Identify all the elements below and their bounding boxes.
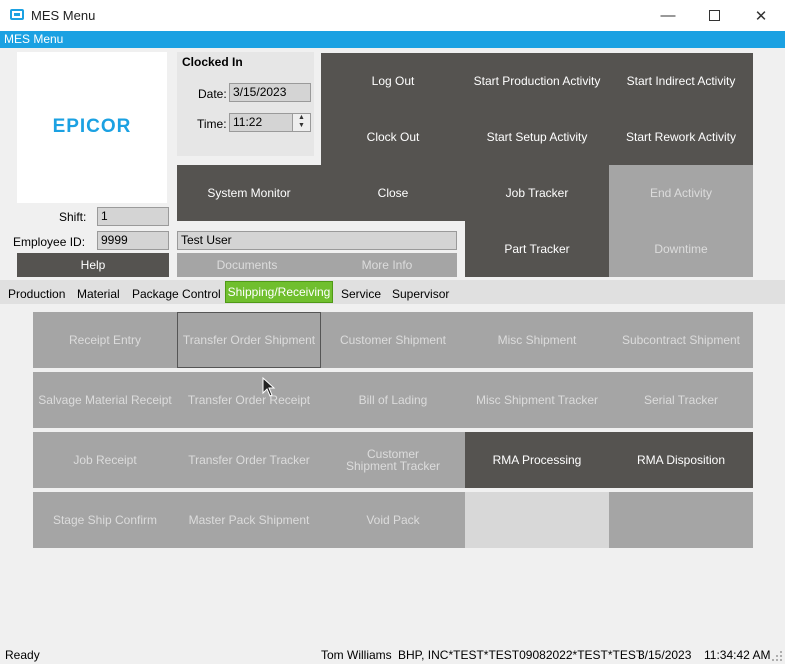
menu-label[interactable]: MES Menu	[4, 32, 63, 46]
resize-grip-icon[interactable]	[771, 650, 783, 662]
employee-id-field[interactable]: 9999	[97, 231, 169, 250]
window-title: MES Menu	[31, 8, 96, 23]
bill-of-lading-button[interactable]: Bill of Lading	[321, 372, 465, 428]
transfer-order-tracker-button[interactable]: Transfer Order Tracker	[177, 432, 321, 488]
transfer-order-shipment-button[interactable]: Transfer Order Shipment	[177, 312, 321, 368]
employee-id-label: Employee ID:	[13, 235, 86, 249]
void-pack-button[interactable]: Void Pack	[321, 492, 465, 548]
minimize-icon: —	[660, 7, 676, 24]
menu-bar: MES Menu	[0, 31, 785, 48]
part-tracker-button[interactable]: Part Tracker	[465, 221, 609, 277]
customer-shipment-tracker-button[interactable]: Customer Shipment Tracker	[321, 432, 465, 488]
start-indirect-activity-button[interactable]: Start Indirect Activity	[609, 53, 753, 109]
start-setup-activity-button[interactable]: Start Setup Activity	[465, 109, 609, 165]
master-pack-shipment-button[interactable]: Master Pack Shipment	[177, 492, 321, 548]
documents-button[interactable]: Documents	[177, 253, 317, 277]
clock-status-label: Clocked In	[182, 55, 243, 69]
close-button[interactable]: Close	[321, 165, 465, 221]
shift-label: Shift:	[59, 210, 87, 224]
date-label: Date:	[198, 87, 227, 101]
serial-tracker-button[interactable]: Serial Tracker	[609, 372, 753, 428]
time-label: Time:	[197, 117, 227, 131]
start-rework-activity-button[interactable]: Start Rework Activity	[609, 109, 753, 165]
close-window-button[interactable]: ✕	[738, 0, 784, 31]
status-user: Tom Williams	[321, 648, 392, 662]
status-time: 11:34:42 AM	[704, 648, 771, 662]
tab-shipping-receiving[interactable]: Shipping/Receiving	[225, 281, 333, 303]
subcontract-shipment-button[interactable]: Subcontract Shipment	[609, 312, 753, 368]
clock-out-button[interactable]: Clock Out	[321, 109, 465, 165]
status-company: BHP, INC*TEST*TEST09082022*TEST*TEST	[398, 648, 644, 662]
window-icon	[10, 9, 24, 20]
salvage-material-receipt-button[interactable]: Salvage Material Receipt	[33, 372, 177, 428]
tab-production[interactable]: Production	[8, 287, 65, 301]
end-activity-button[interactable]: End Activity	[609, 165, 753, 221]
maximize-icon	[708, 10, 720, 21]
maximize-button[interactable]	[691, 0, 737, 31]
shift-field[interactable]: 1	[97, 207, 169, 226]
misc-shipment-tracker-button[interactable]: Misc Shipment Tracker	[465, 372, 609, 428]
epicor-logo: EPICOR	[52, 116, 132, 137]
mouse-cursor-icon	[262, 377, 276, 397]
close-icon: ✕	[754, 7, 768, 25]
tab-supervisor[interactable]: Supervisor	[392, 287, 449, 301]
help-button[interactable]: Help	[17, 253, 169, 277]
system-monitor-button[interactable]: System Monitor	[177, 165, 321, 221]
status-date: 3/15/2023	[638, 648, 692, 662]
time-spinner[interactable]: ▲ ▼	[292, 114, 310, 131]
more-info-button[interactable]: More Info	[317, 253, 457, 277]
date-field[interactable]: 3/15/2023	[229, 83, 311, 102]
employee-name-field: Test User	[177, 231, 457, 250]
receipt-entry-button[interactable]: Receipt Entry	[33, 312, 177, 368]
minimize-button[interactable]: —	[645, 0, 691, 31]
start-production-activity-button[interactable]: Start Production Activity	[465, 53, 609, 109]
rma-processing-button[interactable]: RMA Processing	[465, 432, 609, 488]
empty-tile	[465, 492, 609, 548]
job-tracker-button[interactable]: Job Tracker	[465, 165, 609, 221]
rma-disposition-button[interactable]: RMA Disposition	[609, 432, 753, 488]
stage-ship-confirm-button[interactable]: Stage Ship Confirm	[33, 492, 177, 548]
tab-material[interactable]: Material	[77, 287, 120, 301]
tab-package-control[interactable]: Package Control	[132, 287, 221, 301]
customer-shipment-button[interactable]: Customer Shipment	[321, 312, 465, 368]
downtime-button[interactable]: Downtime	[609, 221, 753, 277]
misc-shipment-button[interactable]: Misc Shipment	[465, 312, 609, 368]
tab-service[interactable]: Service	[341, 287, 381, 301]
job-receipt-button[interactable]: Job Receipt	[33, 432, 177, 488]
transfer-order-receipt-button[interactable]: Transfer Order Receipt	[177, 372, 321, 428]
log-out-button[interactable]: Log Out	[321, 53, 465, 109]
empty-tile	[609, 492, 753, 548]
status-ready: Ready	[5, 648, 40, 662]
